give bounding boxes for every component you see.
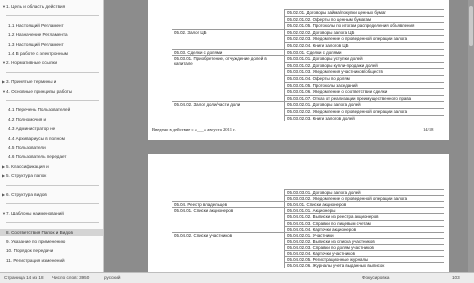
collapse-triangle-icon[interactable]: ▶ [2, 163, 5, 170]
scrollbar-thumb[interactable] [469, 6, 473, 46]
sidebar-item-label: 10. Порядок передачи [6, 248, 54, 254]
table-cell-document-type: 05.02.01.02. Оферты по ценным бумагам [287, 16, 372, 22]
sidebar-separator [0, 97, 103, 104]
table-cell-document-type: 05.02.02.04. Книги залогов ЦБ [287, 43, 349, 48]
sidebar-item-label: 3. Принятые термины и [6, 79, 57, 85]
sidebar-item-label: 1.2 Назначение Регламента [8, 32, 68, 38]
sidebar-item-label: 5. Классификация и [6, 163, 49, 169]
collapse-triangle-icon[interactable]: ▶ [2, 191, 5, 198]
sidebar-item-label: 1. Цель и область действия [6, 4, 66, 9]
sidebar-item-label: 4.5 Пользователи [8, 145, 46, 150]
sidebar-item-label: 5. Структура папок [6, 173, 47, 179]
sidebar-item[interactable]: 10. Порядок передачи [0, 247, 103, 254]
table-cell-document-type: 05.03.02.02. Уведомление о проведенной о… [287, 109, 408, 114]
sidebar-item[interactable]: 1.2 Назначение Регламента [0, 31, 103, 38]
vertical-scrollbar[interactable] [468, 0, 474, 272]
sidebar-separator [0, 200, 103, 207]
table-cell-document-type: 05.03.01. Сделки с долями [287, 49, 342, 55]
sidebar-item[interactable]: 4.1 Перечень Пользователей [0, 106, 103, 113]
collapse-triangle-icon[interactable]: ▶ [2, 172, 5, 179]
sidebar-item[interactable]: ▶ 3. Принятые термины и [0, 78, 103, 85]
document-canvas[interactable]: Введено в действие с «___» августа 2011 … [104, 0, 474, 272]
sidebar-item[interactable]: 1.3 Настоящий Регламент [0, 41, 103, 48]
table-cell-category: 05.04.02. Залог доли/части доли [174, 102, 241, 108]
table-cell-category: 05.04.01. Списки акционеров [174, 208, 234, 214]
sidebar-separator [0, 219, 103, 226]
status-bar: Страница 14 из 18 Число слов: 3950 русск… [0, 272, 474, 283]
sidebar-item-label: 1.3 Настоящий Регламент [8, 41, 64, 47]
sidebar-item-label: 8. Соответствия Папок и Видов [6, 229, 73, 235]
table-cell-category: 05.03. Сделки с долями [174, 49, 223, 55]
sidebar-item[interactable]: ▼ 4. Основные принципы работы [0, 88, 103, 95]
sidebar-separator [0, 182, 103, 189]
table-column-divider [284, 9, 285, 122]
table-cell-category: 05.03.01. Приобретение, отчуждение долей… [174, 56, 267, 67]
table-cell-document-type: 05.02.01.05. Протоколы по итогам распред… [287, 23, 415, 29]
separator-line [6, 222, 99, 224]
sidebar-item-label: 4.1 Перечень Пользователей [8, 107, 71, 113]
document-page-14: Введено в действие с «___» августа 2011 … [148, 0, 449, 140]
sidebar-item-label: 4.6 Пользователь передает [8, 154, 67, 160]
sidebar-item[interactable]: ▼ 2. Нормативные ссылки [0, 59, 103, 66]
sidebar-item-label: 4.2 Полномочия и [8, 116, 47, 122]
sidebar-item[interactable]: 4.3 Администратор не [0, 125, 103, 132]
sidebar-item-label: 4. Основные принципы работы [6, 88, 73, 94]
sidebar-item[interactable]: 1.1 Настоящий Регламент [0, 22, 103, 29]
sidebar-item[interactable]: 4.5 Пользователи [0, 144, 103, 151]
table-cell-document-type: 05.03.01.05. Протоколы заседаний [287, 82, 358, 88]
sidebar-item[interactable]: 9. Указание по применению [0, 238, 103, 245]
table-cell-document-type: 05.03.01.07. Отказ от реализации преимущ… [287, 95, 412, 101]
sidebar-item-label: 6. Структура видов [6, 192, 47, 197]
sidebar-item-label: 4.3 Администратор не [8, 126, 56, 132]
sidebar-item-label: 11. Регистрация изменений [6, 257, 65, 263]
table-cell-document-type: 05.03.02.03. Книги залогов долей [287, 115, 355, 121]
table-cell-document-type: 05.02.02.03. Уведомление о проведенной о… [287, 36, 408, 42]
table-cell-document-type: 05.03.01.06. Уведомление о соответствии … [287, 89, 388, 95]
sidebar-item[interactable]: ▼ 1. Цель и область действия [0, 3, 103, 10]
sidebar-item-label: 4.4 Архивариусы в полном [8, 135, 65, 141]
separator-line [6, 100, 99, 101]
sidebar-item-label: 9. Указание по применению [6, 239, 66, 244]
page-footer-effective-date: Введено в действие с «___» августа 2011 … [152, 127, 236, 132]
separator-line [6, 71, 99, 73]
table-cell-category: 05.04.02. Списки участников [174, 232, 233, 238]
table-cell-document-type: 05.03.01.03. Уведомления участников/обще… [287, 69, 383, 75]
sidebar-item-label: 1.4 В работе с электронным [8, 51, 68, 56]
sidebar-item[interactable]: 1.4 В работе с электронным [0, 50, 103, 57]
table-cell-document-type: 05.04.02.06. Журналы учета выданных выпи… [287, 263, 385, 269]
separator-line [6, 15, 99, 17]
table-cell-document-type: 05.03.01.01. Договоры уступки долей [287, 56, 363, 62]
table-cell-document-type: 05.03.01.02. Договоры купли-продажи доле… [287, 62, 378, 68]
page-footer-page-number: 14/18 [423, 127, 434, 132]
table-cell-document-type: 05.03.01.04. Оферты по долям [287, 76, 350, 81]
sidebar-item[interactable]: 4.4 Архивариусы в полном [0, 135, 103, 142]
sidebar-item-label: 1.1 Настоящий Регламент [8, 22, 64, 28]
sidebar-item[interactable]: 4.6 Пользователь передает [0, 153, 103, 160]
sidebar-item[interactable]: ▶ 5. Структура папок [0, 172, 103, 179]
table-cell-document-type: 05.02.02.02. Договоры залога ЦБ [287, 29, 355, 35]
sidebar-item-label: 7. Шаблоны наименований [6, 210, 64, 216]
document-page-15: 05.03.03.01. Договоры залога долей 05.03.… [148, 154, 449, 272]
table-cell-document-type: 05.03.02.01. Договоры залога долей [287, 102, 361, 108]
separator-line [6, 184, 99, 186]
table-cell-category: 05.02. Залог ЦБ [174, 29, 207, 35]
table-cell-document-type: 05.02.01. Договоры займа/покупки ценных … [287, 10, 386, 15]
sidebar-separator [0, 12, 103, 19]
sidebar-item-label: 2. Нормативные ссылки [6, 60, 58, 66]
sidebar-item[interactable]: 4.2 Полномочия и [0, 116, 103, 123]
collapse-triangle-icon[interactable]: ▶ [2, 78, 5, 85]
sidebar-separator [0, 69, 103, 76]
sidebar-item[interactable]: ▶ 6. Структура видов [0, 191, 103, 198]
navigation-sidebar: ▼ 1. Цель и область действия 1.1 Настоящий… [0, 0, 104, 272]
sidebar-item[interactable]: 8. Соответствия Папок и Видов [0, 228, 103, 236]
separator-line [6, 203, 99, 205]
sidebar-item[interactable]: 11. Регистрация изменений [0, 257, 103, 264]
sidebar-item[interactable]: ▼ 7. Шаблоны наименований [0, 210, 103, 217]
sidebar-item[interactable]: ▶ 5. Классификация и [0, 163, 103, 170]
